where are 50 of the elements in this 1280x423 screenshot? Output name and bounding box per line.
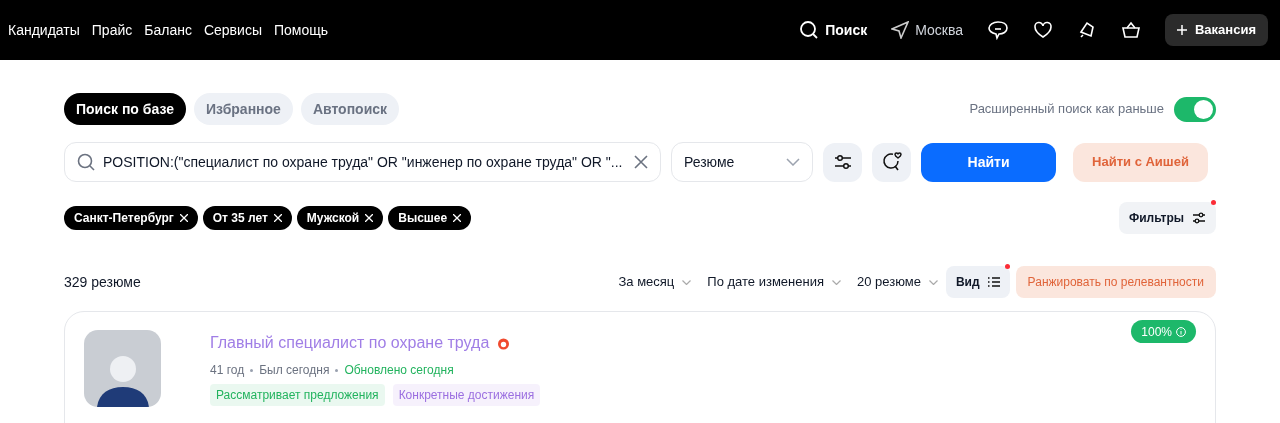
search-icon xyxy=(77,153,95,171)
search-heart-icon xyxy=(881,152,902,172)
chevron-down-icon xyxy=(786,158,800,166)
tab[interactable]: Поиск по базе xyxy=(64,93,186,125)
chat-icon[interactable] xyxy=(987,20,1009,40)
saved-search-button[interactable] xyxy=(872,142,911,182)
nav-link[interactable]: Помощь xyxy=(273,19,329,41)
filter-chip[interactable]: Санкт-Петербург xyxy=(64,206,198,230)
find-button[interactable]: Найти xyxy=(921,142,1056,182)
tag: Конкретные достижения xyxy=(392,384,541,406)
meta-text: Обновлено сегодня xyxy=(344,362,454,379)
search-field[interactable]: POSITION:("специалист по охране труда" OR "инженер по охране труда" OR "... xyxy=(64,142,661,182)
sliders-button[interactable] xyxy=(823,142,862,182)
sort-dropdown[interactable]: За месяц xyxy=(618,272,692,292)
view-button[interactable]: Вид xyxy=(945,266,1010,298)
new-vacancy-button[interactable]: Вакансия xyxy=(1165,14,1268,46)
sliders-icon xyxy=(833,154,852,170)
basket-icon[interactable] xyxy=(1121,21,1141,39)
tab[interactable]: Избранное xyxy=(193,93,293,125)
tab[interactable]: Автопоиск xyxy=(300,93,400,125)
filter-chip[interactable]: От 35 лет xyxy=(202,206,292,230)
sort-dropdown[interactable]: По дате изменения xyxy=(707,272,841,292)
toggle-label: Расширенный поиск как раньше xyxy=(969,100,1164,119)
filters-button[interactable]: Фильтры xyxy=(1118,202,1216,234)
city-link[interactable]: Москва xyxy=(891,19,963,41)
search-icon xyxy=(799,20,820,40)
nav-link[interactable]: Кандидаты xyxy=(8,19,80,41)
sort-dropdown[interactable]: 20 резюме xyxy=(856,272,938,292)
toggle-switch[interactable] xyxy=(1174,96,1216,122)
plus-icon xyxy=(1177,25,1187,35)
meta-text: 41 год xyxy=(210,362,245,379)
info-icon xyxy=(1176,326,1186,337)
sliders-icon xyxy=(1192,212,1206,224)
filter-chip[interactable]: Высшее xyxy=(388,206,472,230)
chevron-down-icon xyxy=(928,279,938,285)
location-arrow-icon xyxy=(891,21,910,39)
chevron-down-icon xyxy=(831,279,841,285)
heart-icon[interactable] xyxy=(1033,21,1053,39)
nav-link[interactable]: Прайс xyxy=(91,19,133,41)
filter-chip[interactable]: Мужской xyxy=(296,206,384,230)
meta-text: Был сегодня xyxy=(259,362,330,379)
dropdown-value: Резюме xyxy=(684,152,735,172)
chevron-down-icon xyxy=(682,279,692,285)
tag: Рассматривает предложения xyxy=(210,384,385,406)
results-count: 329 резюме xyxy=(64,272,141,292)
nav-link[interactable]: Сервисы xyxy=(203,19,262,41)
list-icon xyxy=(987,277,1000,287)
type-dropdown[interactable]: Резюме xyxy=(671,142,813,182)
search-link[interactable]: Поиск xyxy=(799,19,868,41)
nav-link[interactable]: Баланс xyxy=(144,19,192,41)
